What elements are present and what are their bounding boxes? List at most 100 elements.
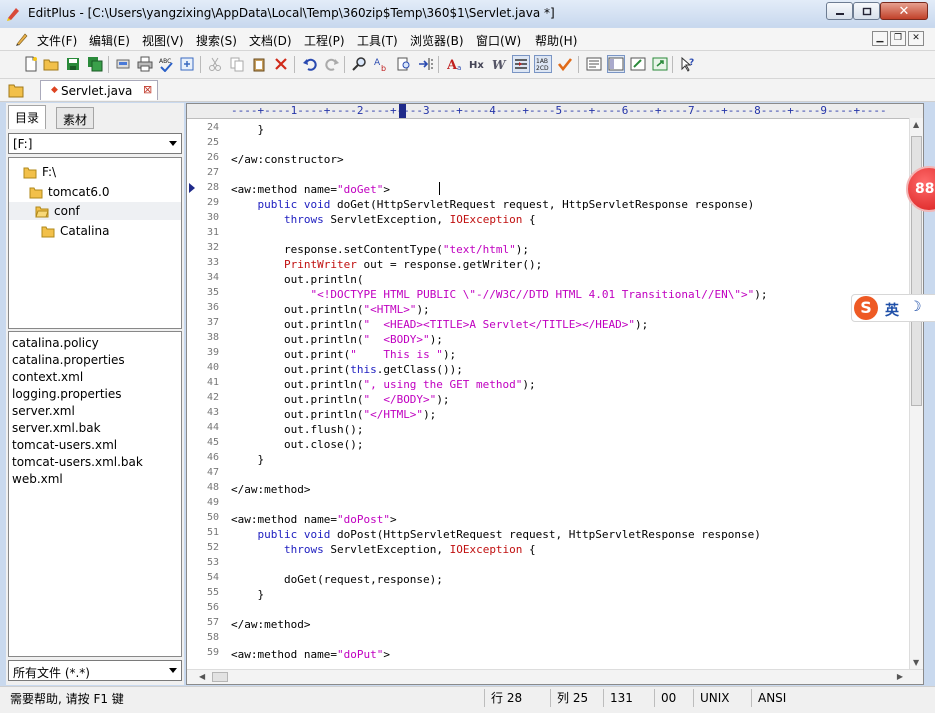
toolbar-separator <box>200 56 201 73</box>
maximize-button[interactable] <box>853 2 880 20</box>
ime-language-toggle[interactable]: 英 <box>885 300 899 320</box>
hex-view-button[interactable]: Hx <box>468 55 486 73</box>
list-item[interactable]: tomcat-users.xml <box>12 438 117 452</box>
moon-icon[interactable]: ☽ <box>909 299 922 315</box>
redo-button[interactable] <box>323 55 341 73</box>
menu-window[interactable]: 窗口(W) <box>476 32 521 49</box>
menu-search[interactable]: 搜索(S) <box>196 32 237 49</box>
redo-icon <box>325 58 339 71</box>
svg-text:Hx: Hx <box>469 60 484 71</box>
mdi-minimize-button[interactable]: ▁ <box>872 31 888 46</box>
menu-document[interactable]: 文档(D) <box>249 32 292 49</box>
save-all-icon <box>88 57 103 72</box>
toggle-directory-button[interactable] <box>607 55 625 73</box>
horizontal-scrollbar[interactable]: ◀ ▶ <box>187 669 923 684</box>
menu-project[interactable]: 工程(P) <box>304 32 345 49</box>
find-button[interactable] <box>351 55 369 73</box>
save-button[interactable] <box>64 55 82 73</box>
goto-line-button[interactable] <box>417 55 435 73</box>
toggle-cliptext-button[interactable] <box>629 55 647 73</box>
undo-button[interactable] <box>301 55 319 73</box>
find-in-files-button[interactable] <box>395 55 413 73</box>
browser-preview-button[interactable] <box>178 55 196 73</box>
sogou-logo-icon[interactable]: S <box>854 296 878 320</box>
menu-edit[interactable]: 编辑(E) <box>89 32 130 49</box>
folder-icon <box>41 226 55 237</box>
spell-check-button[interactable]: ABC <box>157 55 175 73</box>
find-in-files-icon <box>397 57 410 71</box>
file-filter-select[interactable]: 所有文件 (*.*) <box>8 660 182 681</box>
scroll-up-icon[interactable]: ▲ <box>913 120 919 129</box>
editplus-app-icon[interactable] <box>6 5 22 21</box>
tree-item-conf[interactable]: conf <box>9 202 181 220</box>
chevron-down-icon <box>169 668 177 673</box>
browser-preview-icon <box>180 57 194 71</box>
horizontal-scroll-thumb[interactable] <box>212 672 228 682</box>
line-number: 58 <box>206 632 219 643</box>
replace-button[interactable]: Ab <box>373 55 391 73</box>
list-item[interactable]: server.xml <box>12 404 75 418</box>
code-line: } <box>231 588 265 601</box>
scroll-down-icon[interactable]: ▼ <box>913 658 919 667</box>
list-item[interactable]: catalina.policy <box>12 336 99 350</box>
cut-button[interactable] <box>206 55 224 73</box>
font-button[interactable]: Aa <box>446 55 464 73</box>
context-help-button[interactable]: ? <box>679 55 697 73</box>
code-line: doGet(request,response); <box>231 573 443 586</box>
svg-text:b: b <box>381 64 386 72</box>
copy-icon <box>230 57 244 72</box>
paste-button[interactable] <box>250 55 268 73</box>
menu-tools[interactable]: 工具(T) <box>357 32 398 49</box>
line-number: 51 <box>206 527 219 538</box>
menu-file[interactable]: 文件(F) <box>37 32 77 49</box>
tab-servlet-java[interactable]: ◆ Servlet.java ⊠ <box>40 80 158 100</box>
close-tab-icon[interactable]: ⊠ <box>143 83 152 96</box>
print-button[interactable] <box>136 55 154 73</box>
tab-cliptext[interactable]: 素材 <box>56 107 95 129</box>
list-item[interactable]: tomcat-users.xml.bak <box>12 455 143 469</box>
line-number: 32 <box>206 242 219 253</box>
mdi-restore-button[interactable]: ❐ <box>890 31 906 46</box>
line-number-toggle-button[interactable]: 1AB 2CD <box>534 55 552 73</box>
new-file-button[interactable] <box>22 55 40 73</box>
minimize-icon: ▁ <box>876 33 884 43</box>
code-line: </aw:method> <box>231 483 311 496</box>
tree-item-catalina[interactable]: Catalina <box>41 222 109 240</box>
menu-browser[interactable]: 浏览器(B) <box>410 32 464 49</box>
list-item[interactable]: web.xml <box>12 472 63 486</box>
code-editor[interactable]: ----+----1----+----2----+----3----+----4… <box>186 103 924 685</box>
toolbar-separator <box>294 56 295 73</box>
ftp-upload-button[interactable] <box>114 55 132 73</box>
minimize-button[interactable] <box>826 2 853 20</box>
toggle-output-button[interactable] <box>585 55 603 73</box>
tree-item-tomcat[interactable]: tomcat6.0 <box>29 183 109 201</box>
word-wrap-button[interactable]: W <box>490 55 508 73</box>
toolbar-separator <box>438 56 439 73</box>
mdi-close-button[interactable]: ✕ <box>908 31 924 46</box>
menu-help[interactable]: 帮助(H) <box>535 32 577 49</box>
open-file-button[interactable] <box>42 55 60 73</box>
folder-icon[interactable] <box>8 82 24 98</box>
list-item[interactable]: server.xml.bak <box>12 421 101 435</box>
scroll-right-icon[interactable]: ▶ <box>897 672 903 681</box>
list-item[interactable]: catalina.properties <box>12 353 125 367</box>
scroll-left-icon[interactable]: ◀ <box>199 672 205 681</box>
ime-toolbar[interactable]: S 英 ☽ <box>851 294 935 322</box>
fullscreen-button[interactable] <box>651 55 669 73</box>
line-number: 29 <box>206 197 219 208</box>
line-number: 40 <box>206 362 219 373</box>
ruler-scale: ----+----1----+----2----+----3----+----4… <box>231 104 887 117</box>
list-item[interactable]: logging.properties <box>12 387 122 401</box>
menu-view[interactable]: 视图(V) <box>142 32 184 49</box>
check-button[interactable] <box>556 55 574 73</box>
tree-item-drive[interactable]: F:\ <box>23 163 56 181</box>
list-item[interactable]: context.xml <box>12 370 83 384</box>
delete-button[interactable] <box>272 55 290 73</box>
save-all-button[interactable] <box>86 55 104 73</box>
tab-directory[interactable]: 目录 <box>8 105 47 129</box>
copy-button[interactable] <box>228 55 246 73</box>
close-button[interactable]: ✕ <box>880 2 928 20</box>
drive-select[interactable]: [F:] <box>8 133 182 154</box>
close-icon: ✕ <box>898 3 910 19</box>
ruler-toggle-button[interactable] <box>512 55 530 73</box>
